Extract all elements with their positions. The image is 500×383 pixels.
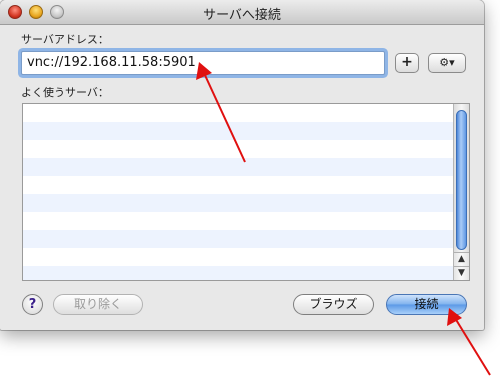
arrow-to-connect-icon	[447, 308, 491, 376]
annotation-overlay	[196, 62, 491, 376]
screenshot-stage: サーバへ接続 サーバアドレス： vnc://192.168.11.58:5901…	[0, 0, 500, 383]
arrow-to-address-icon	[196, 62, 246, 163]
